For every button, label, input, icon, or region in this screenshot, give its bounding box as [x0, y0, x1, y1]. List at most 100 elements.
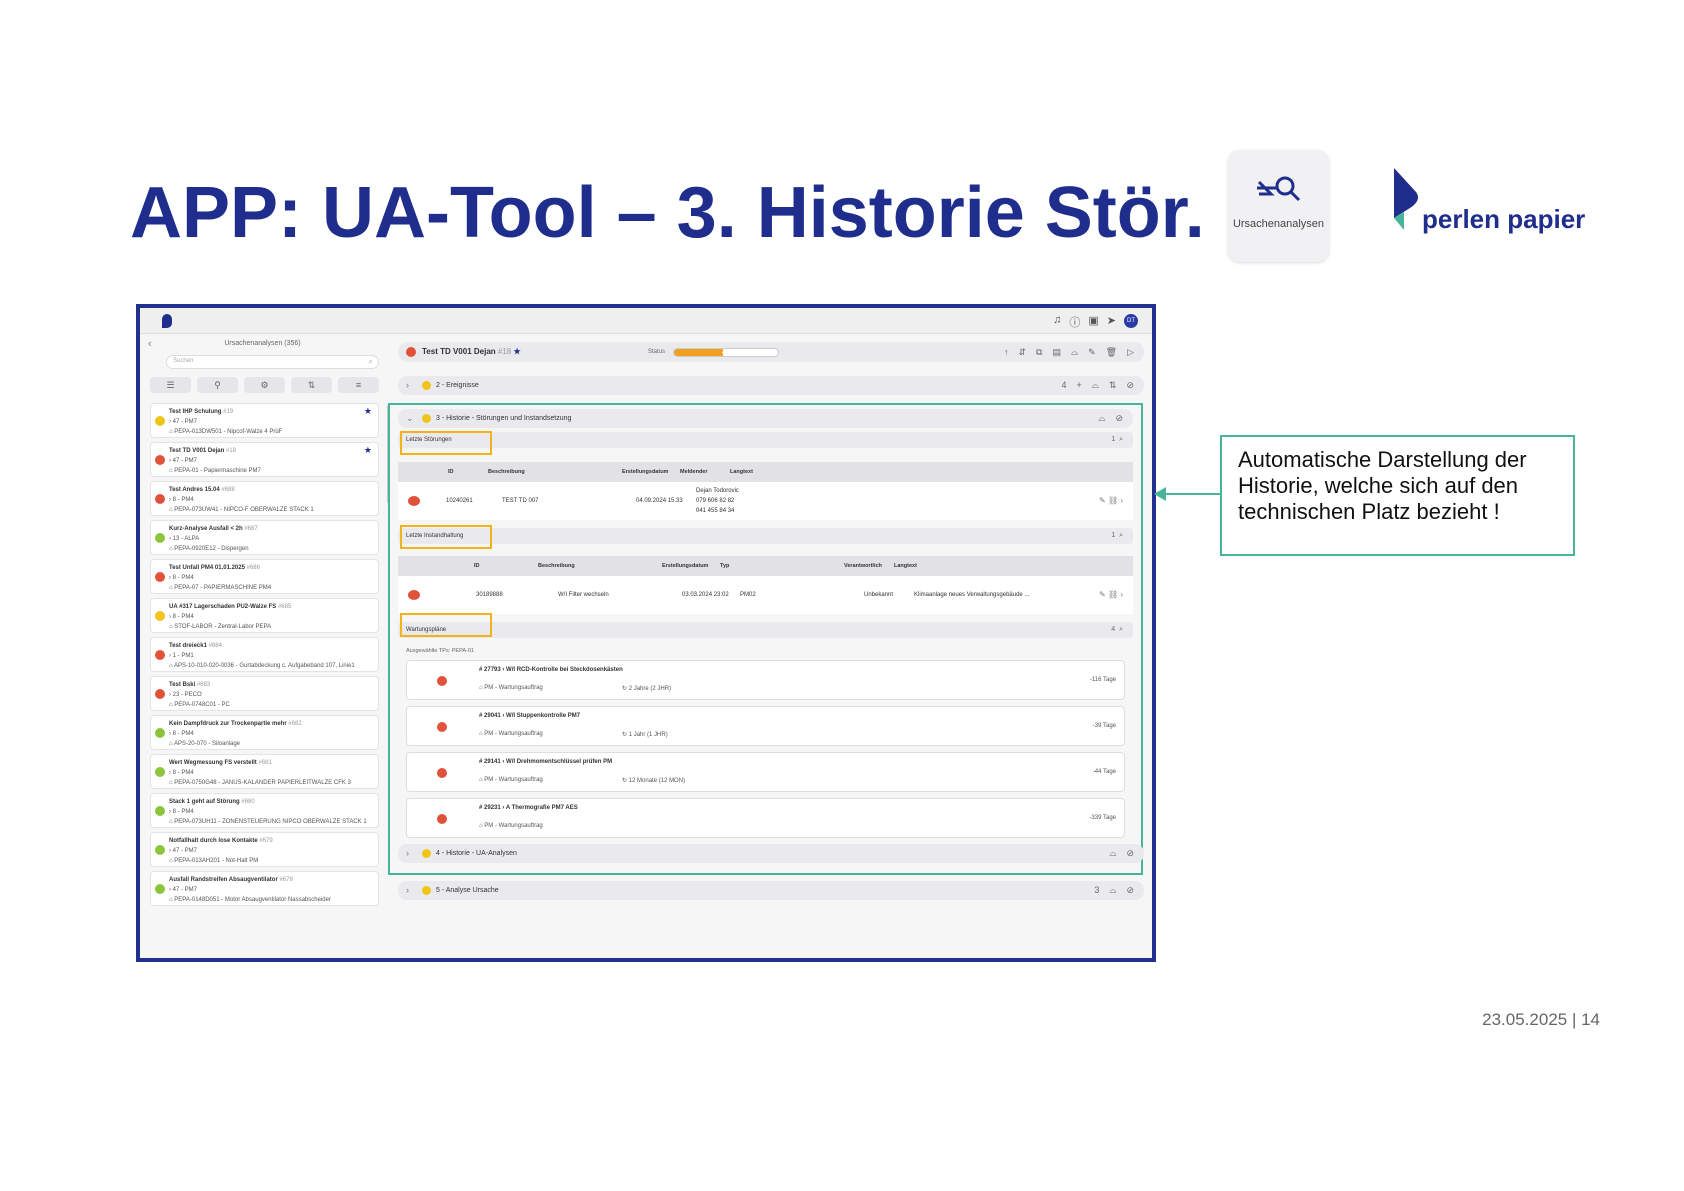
- copy-icon[interactable]: ⧉: [1036, 342, 1042, 362]
- item-title: Test dreieck1 #684: [169, 643, 222, 649]
- section-ereignisse[interactable]: › 2 - Ereignisse 4 + ⌓ ⇅ ⊘: [398, 376, 1144, 395]
- helmet-icon[interactable]: ⌓: [1109, 844, 1116, 863]
- list-item[interactable]: Kurz-Analyse Ausfall < 2h #687 › 13 - ALP…: [150, 520, 379, 555]
- notifications-icon[interactable]: ▣: [1088, 314, 1098, 330]
- item-title: Test Bski #683: [169, 682, 211, 688]
- status-dot: [437, 814, 447, 824]
- instandhaltung-count-and-search: 1 ⌕: [1111, 528, 1123, 544]
- list-item[interactable]: UA #317 Lagerschaden PU2-Walze FS #685 › …: [150, 598, 379, 633]
- check-icon[interactable]: ⊘: [1126, 844, 1134, 863]
- wartungsplaene-header[interactable]: Wartungspläne 4 ⌕: [398, 622, 1133, 638]
- item-location: ⌂ PEPA-013DW501 - Nipcof-Walze 4 PrüF: [169, 429, 283, 435]
- chevron-right-icon: ›: [406, 848, 409, 858]
- favorite-star-icon[interactable]: ★: [513, 347, 520, 356]
- cell-phone: 079 606 82 82: [696, 498, 735, 504]
- list-item[interactable]: Test Unfall PM4 01.01.2025 #686 › 8 - PM4…: [150, 559, 379, 594]
- bell-icon[interactable]: ♫: [1053, 314, 1061, 330]
- back-icon[interactable]: ‹: [148, 338, 152, 350]
- table-row[interactable]: 10240261 TEST TD 007 04.09.2024 15:33 De…: [398, 482, 1133, 520]
- item-area: › 1 - PM1: [169, 653, 194, 659]
- plan-title: # 29231 › A Thermografie PM7 AES: [479, 805, 578, 811]
- wartungsplaene-count: 4: [1111, 626, 1116, 633]
- sort-icon[interactable]: ⇅: [1109, 376, 1117, 395]
- maintenance-plan-item[interactable]: # 29041 › W/I Stuppenkontrolle PM7 ⌂ PM -…: [406, 706, 1125, 746]
- cell-reporter: Dejan Todorovic: [696, 488, 739, 494]
- list-item[interactable]: Test Andres 15.04 #688 › 8 - PM4 ⌂ PEPA-07…: [150, 481, 379, 516]
- list-item[interactable]: Wert Wegmessung FS verstellt #681 › 8 - P…: [150, 754, 379, 789]
- record-title: Test TD V001 Dejan: [422, 347, 496, 356]
- edit-icon[interactable]: ✎: [1088, 342, 1096, 362]
- send-icon[interactable]: ➤: [1107, 314, 1116, 330]
- list-item[interactable]: Test TD V001 Dejan #18 › 47 - PM7 ⌂ PEPA-0…: [150, 442, 379, 477]
- status-label: Status: [648, 349, 666, 355]
- list-item[interactable]: Test IHP Schulung #19 › 47 - PM7 ⌂ PEPA-01…: [150, 403, 379, 438]
- view-button[interactable]: ≡: [338, 377, 379, 393]
- callout-arrow: [1154, 487, 1222, 501]
- search-input[interactable]: Suchen ⌕: [166, 355, 379, 369]
- section-title: 3 - Historie - Störungen und Instandsetz…: [436, 415, 572, 422]
- info-icon[interactable]: ⓘ: [1069, 314, 1080, 330]
- type-filter-button[interactable]: ⚙: [244, 377, 285, 393]
- status-dot: [155, 806, 165, 816]
- forward-icon[interactable]: ▷: [1127, 342, 1134, 362]
- status-dot: [437, 676, 447, 686]
- sort-up-icon[interactable]: ↑: [1004, 342, 1009, 362]
- section-status-dot: [422, 885, 431, 895]
- slide: APP: UA-Tool – 3. Historie Stör. Ursache…: [0, 0, 1684, 1191]
- sort-down-icon[interactable]: ⇵: [1018, 342, 1026, 362]
- search-icon[interactable]: ⌕: [1119, 626, 1123, 633]
- search-icon[interactable]: ⌕: [1119, 436, 1123, 443]
- cell-type: PM02: [740, 592, 756, 598]
- list-item[interactable]: Stack 1 geht auf Störung #680 › 8 - PM4 ⌂ …: [150, 793, 379, 828]
- row-actions[interactable]: ✎ ⛓ ›: [1099, 496, 1123, 506]
- list-item[interactable]: Notfallhalt durch lose Kontakte #679 › 47…: [150, 832, 379, 867]
- location-filter-button[interactable]: ⚲: [197, 377, 238, 393]
- maintenance-plan-item[interactable]: # 27793 › W/I RCD-Kontrolle bei Steckdos…: [406, 660, 1125, 700]
- helmet-icon[interactable]: ⌓: [1092, 376, 1099, 395]
- main-panel: Test TD V001 Dejan #18 ★ Status 47% ↑ ⇵ …: [388, 334, 1144, 958]
- helmet-icon[interactable]: ⌓: [1109, 881, 1116, 900]
- maintenance-plan-item[interactable]: # 29141 › W/I Drehmomentschlüssel prüfen…: [406, 752, 1125, 792]
- check-icon[interactable]: ⊘: [1126, 881, 1134, 900]
- check-icon[interactable]: ⊘: [1115, 409, 1123, 428]
- col-header: Langtext: [730, 469, 753, 475]
- item-area: › 8 - PM4: [169, 575, 194, 581]
- item-location: ⌂ PEPA-073UH11 - ZONENSTEUERUNG NIPCO OB…: [169, 819, 367, 825]
- section-analyse-ursache[interactable]: › 5 - Analyse Ursache 3 ⌓ ⊘: [398, 881, 1144, 900]
- list-item[interactable]: Test Bski #683 › 23 - PECO ⌂ PEPA-0748C01 …: [150, 676, 379, 711]
- app-logo-icon: [162, 314, 172, 328]
- delete-icon[interactable]: 🗑: [1106, 342, 1117, 362]
- status-dot: [155, 494, 165, 504]
- instandhaltung-label: Letzte Instandhaltung: [406, 533, 464, 539]
- search-icon[interactable]: ⌕: [1119, 532, 1123, 539]
- doc-icon[interactable]: ▤: [1052, 342, 1061, 362]
- avatar[interactable]: DT: [1124, 314, 1138, 328]
- list-item[interactable]: Ausfall Randstreifen Absaugventilator #6…: [150, 871, 379, 906]
- helmet-icon[interactable]: ⌓: [1071, 342, 1078, 362]
- list-filter-button[interactable]: ☰: [150, 377, 191, 393]
- favorite-star-icon[interactable]: ★: [364, 406, 372, 416]
- list-item[interactable]: Test dreieck1 #684 › 1 - PM1 ⌂ APS-10-010-…: [150, 637, 379, 672]
- check-icon[interactable]: ⊘: [1126, 376, 1134, 395]
- callout-box: Automatische Darstellung der Historie, w…: [1220, 435, 1575, 556]
- row-actions[interactable]: ✎ ⛓ ›: [1099, 590, 1123, 600]
- analysis-icon: [1256, 176, 1300, 202]
- chevron-right-icon: ›: [406, 380, 409, 390]
- progress-bar: 47%: [673, 348, 779, 357]
- table-row[interactable]: 30189888 W/I Filter wechseln 03.03.2024 …: [398, 576, 1133, 614]
- instandhaltung-header[interactable]: Letzte Instandhaltung 1 ⌕: [398, 528, 1133, 544]
- section-ua-analysen[interactable]: › 4 - Historie - UA-Analysen ⌓ ⊘: [398, 844, 1144, 863]
- analysis-list: Test IHP Schulung #19 › 47 - PM7 ⌂ PEPA-01…: [140, 403, 385, 906]
- add-icon[interactable]: +: [1077, 376, 1082, 395]
- favorite-star-icon[interactable]: ★: [364, 445, 372, 455]
- sort-button[interactable]: ⇅: [291, 377, 332, 393]
- app-tile-ursachenanalysen[interactable]: Ursachenanalysen: [1228, 150, 1329, 262]
- list-item[interactable]: Kein Dampfdruck zur Trockenpartie mehr #…: [150, 715, 379, 750]
- plan-days: -339 Tage: [1089, 815, 1116, 821]
- helmet-icon[interactable]: ⌓: [1098, 409, 1105, 428]
- brand-logo: perlen papier: [1390, 166, 1590, 236]
- item-location: ⌂ PEPA-0148D051 - Motor Absaugventilator…: [169, 897, 331, 903]
- maintenance-plan-item[interactable]: # 29231 › A Thermografie PM7 AES ⌂ PM - W…: [406, 798, 1125, 838]
- stoerungen-header[interactable]: Letzte Störungen 1 ⌕: [398, 432, 1133, 448]
- section-historie-header[interactable]: ⌄ 3 - Historie - Störungen und Instandse…: [398, 409, 1133, 428]
